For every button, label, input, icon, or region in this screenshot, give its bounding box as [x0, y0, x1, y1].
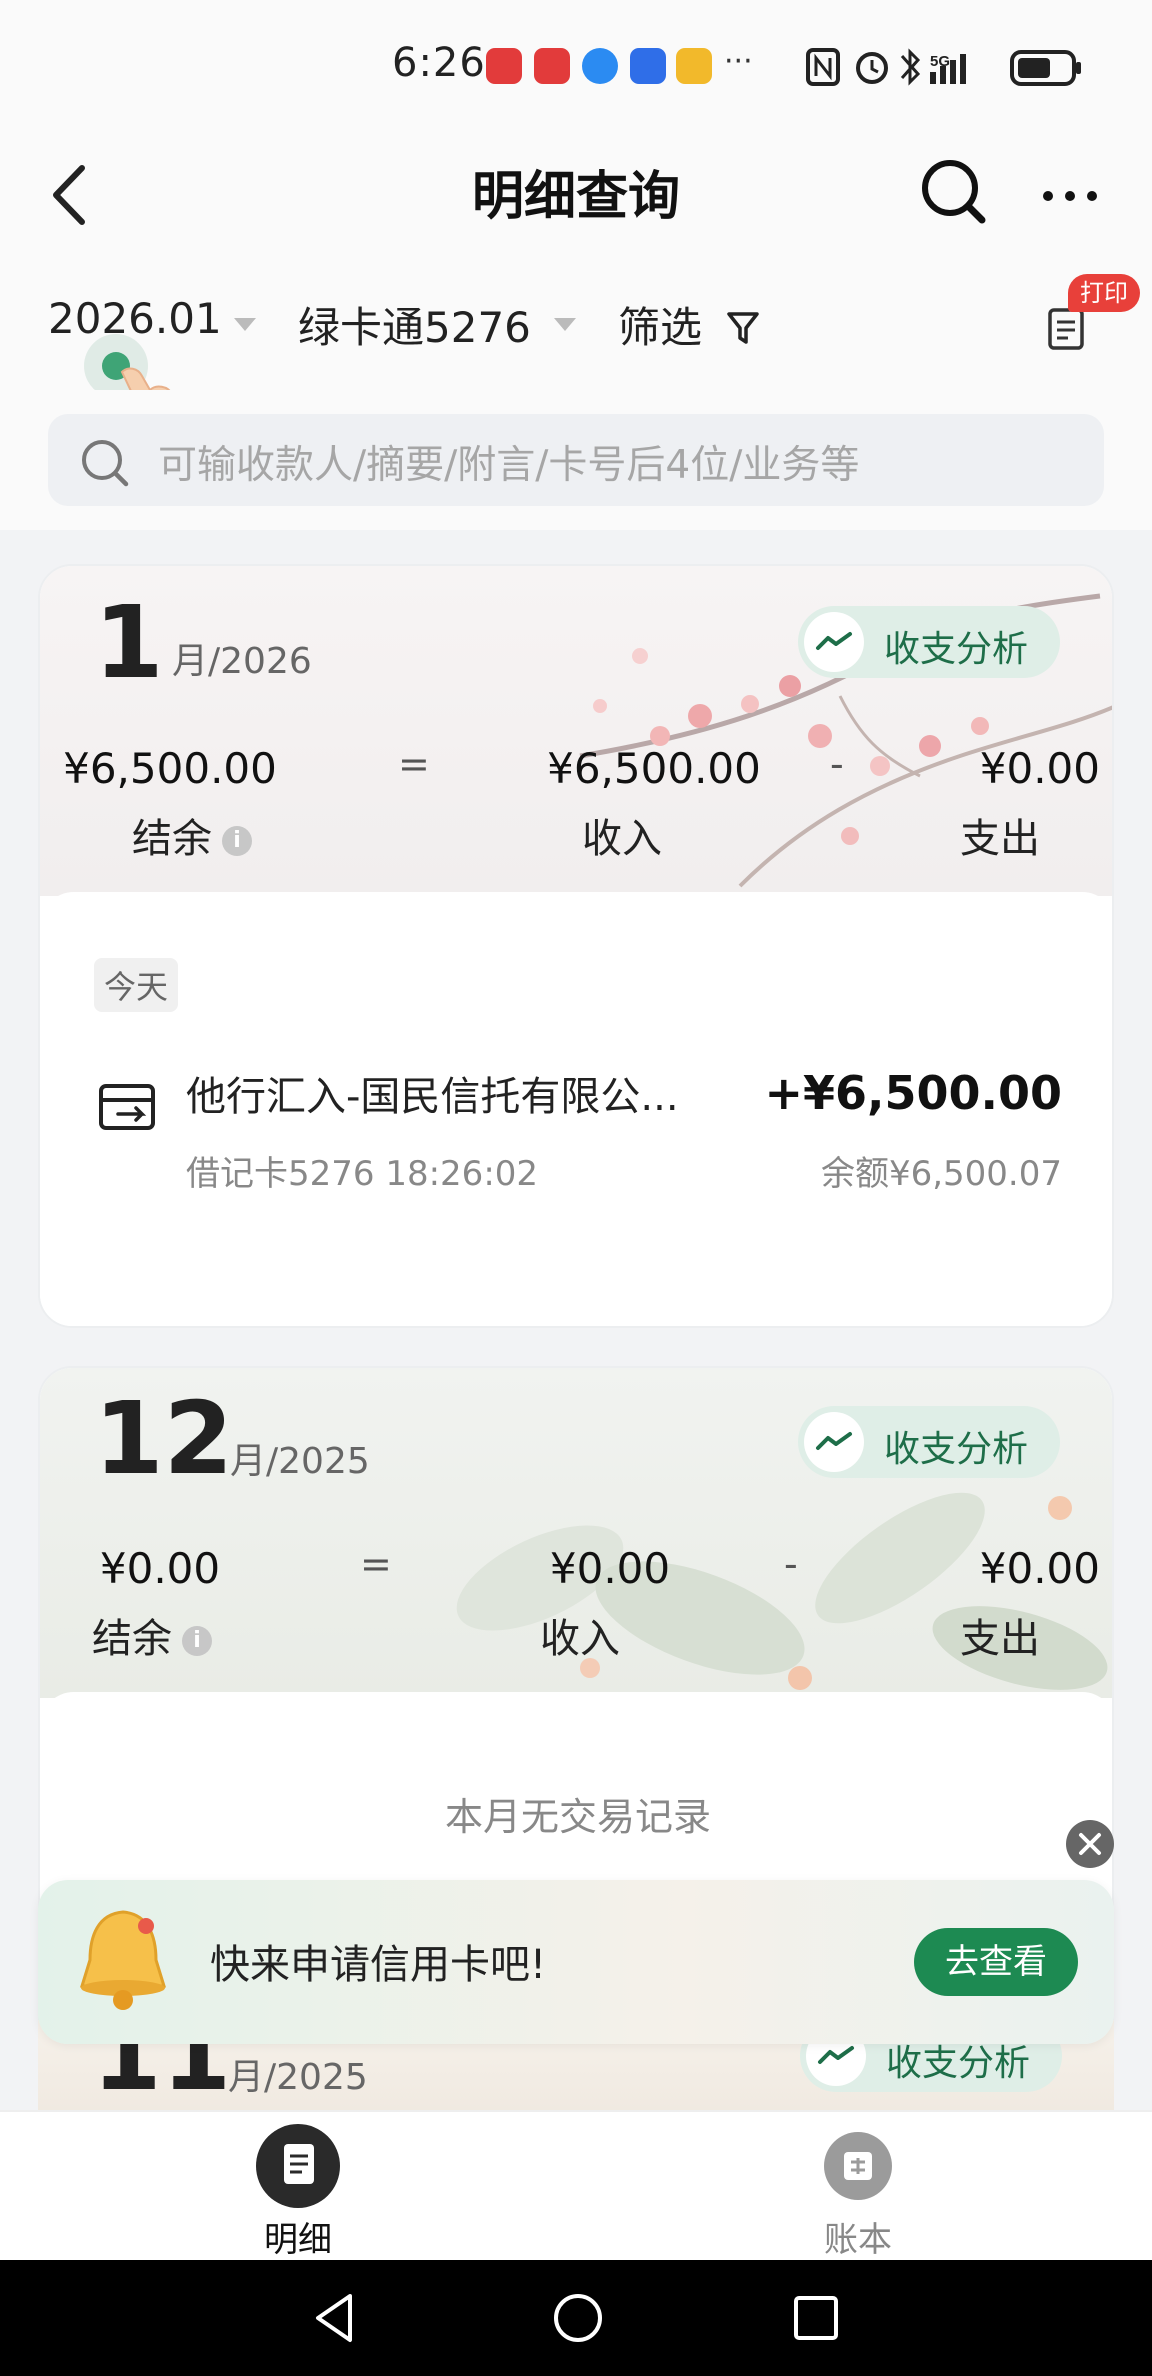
- mail-icon: [676, 48, 712, 84]
- minus-sign: -: [830, 742, 844, 786]
- transaction-row[interactable]: 他行汇入-国民信托有限公... 借记卡5276 18:26:02 +¥6,500…: [40, 1052, 1112, 1212]
- tab-ledger[interactable]: 账本: [758, 2112, 958, 2262]
- search-input[interactable]: 可输收款人/摘要/附言/卡号后4位/业务等: [48, 414, 1104, 506]
- analysis-label: 收支分析: [884, 1429, 1029, 1470]
- balance-label: 结余: [132, 816, 212, 862]
- income-amount: ¥6,500.00: [547, 744, 761, 793]
- month-year-label: 月/2025: [228, 2057, 368, 2098]
- chevron-down-icon: [234, 318, 256, 331]
- analysis-button[interactable]: 收支分析: [798, 606, 1060, 678]
- transaction-balance: 余额¥6,500.07: [820, 1154, 1062, 1194]
- chevron-down-icon: [554, 318, 576, 331]
- document-icon: [256, 2124, 340, 2208]
- huawei-app-icon: [534, 48, 570, 84]
- month-card-2026-01: 1 月/2026 收支分析 ¥6,500.00 = ¥6,500.00 - ¥0…: [38, 564, 1114, 1328]
- trend-icon: [804, 1412, 864, 1472]
- info-icon[interactable]: i: [182, 1626, 212, 1656]
- month-year-label: 月/2025: [230, 1441, 370, 1482]
- expense-amount: ¥0.00: [979, 1544, 1100, 1593]
- transaction-title: 他行汇入-国民信托有限公...: [186, 1074, 679, 1120]
- transaction-amount: +¥6,500.00: [764, 1066, 1062, 1120]
- balance-label-row: 结余 i: [132, 806, 252, 864]
- back-nav-icon[interactable]: [310, 2290, 360, 2346]
- expense-amount: ¥0.00: [979, 744, 1100, 793]
- header-bar: 明细查询: [0, 130, 1152, 250]
- filter-button[interactable]: 筛选: [618, 294, 702, 355]
- funnel-icon[interactable]: [726, 310, 760, 346]
- huawei-app-icon: [486, 48, 522, 84]
- search-icon[interactable]: [918, 154, 988, 230]
- balance-label-row: 结余 i: [92, 1606, 212, 1664]
- search-placeholder: 可输收款人/摘要/附言/卡号后4位/业务等: [158, 443, 860, 488]
- month-number: 12: [94, 1380, 234, 1497]
- day-tag: 今天: [94, 958, 179, 1012]
- balance-amount: ¥6,500.00: [63, 744, 277, 793]
- promo-banner[interactable]: 快来申请信用卡吧! 去查看: [38, 1880, 1114, 2044]
- income-label: 收入: [540, 1616, 620, 1662]
- home-nav-icon[interactable]: [550, 2290, 606, 2346]
- system-navigation-bar: [0, 2260, 1152, 2376]
- balance-label: 结余: [92, 1616, 172, 1662]
- bell-icon: [79, 1910, 167, 2010]
- balance-amount: ¥0.00: [99, 1544, 221, 1593]
- tab-details[interactable]: 明细: [198, 2112, 398, 2262]
- more-options-icon[interactable]: [1040, 180, 1100, 210]
- more-notifications: ···: [724, 44, 753, 79]
- empty-state-text: 本月无交易记录: [444, 1795, 711, 1839]
- tab-ledger-label: 账本: [824, 2220, 892, 2260]
- card-selector[interactable]: 绿卡通5276: [298, 294, 531, 355]
- filter-bar: 2026.01 绿卡通5276 筛选 打印: [0, 250, 1152, 458]
- equals-sign: =: [360, 1542, 392, 1586]
- status-time: 6:26: [392, 40, 486, 86]
- print-badge[interactable]: 打印: [1068, 274, 1140, 312]
- search-section: 可输收款人/摘要/附言/卡号后4位/业务等: [0, 390, 1152, 530]
- info-icon[interactable]: i: [222, 826, 252, 856]
- month-year-label: 月/2026: [172, 641, 312, 682]
- transaction-subtitle: 借记卡5276 18:26:02: [186, 1154, 539, 1194]
- month-number: 1: [94, 584, 164, 701]
- minus-sign: -: [784, 1542, 798, 1586]
- analysis-button[interactable]: 收支分析: [798, 1406, 1060, 1478]
- message-icon: [582, 48, 618, 84]
- close-icon[interactable]: [1066, 1820, 1114, 1868]
- browser-icon: [630, 48, 666, 84]
- system-status-icons: 5G: [806, 48, 1081, 86]
- trend-icon: [804, 612, 864, 672]
- expense-label: 支出: [960, 1616, 1040, 1662]
- income-amount: ¥0.00: [549, 1544, 671, 1593]
- promo-text: 快来申请信用卡吧!: [210, 1942, 547, 1988]
- expense-label: 支出: [960, 816, 1040, 862]
- status-bar: 6:26 ··· 5G: [0, 0, 1152, 130]
- analysis-label: 收支分析: [884, 629, 1029, 670]
- transfer-icon: [99, 1084, 155, 1130]
- recents-nav-icon[interactable]: [790, 2292, 842, 2344]
- tab-details-label: 明细: [264, 2220, 332, 2260]
- search-icon: [82, 440, 129, 487]
- equals-sign: =: [398, 742, 430, 786]
- ledger-icon: [824, 2132, 892, 2200]
- transaction-panel: 今天 他行汇入-国民信托有限公... 借记卡5276 18:26:02 +¥6,…: [40, 892, 1112, 1326]
- bottom-nav: 明细 账本: [0, 2110, 1152, 2260]
- income-label: 收入: [582, 816, 662, 862]
- promo-view-button[interactable]: 去查看: [914, 1928, 1078, 1996]
